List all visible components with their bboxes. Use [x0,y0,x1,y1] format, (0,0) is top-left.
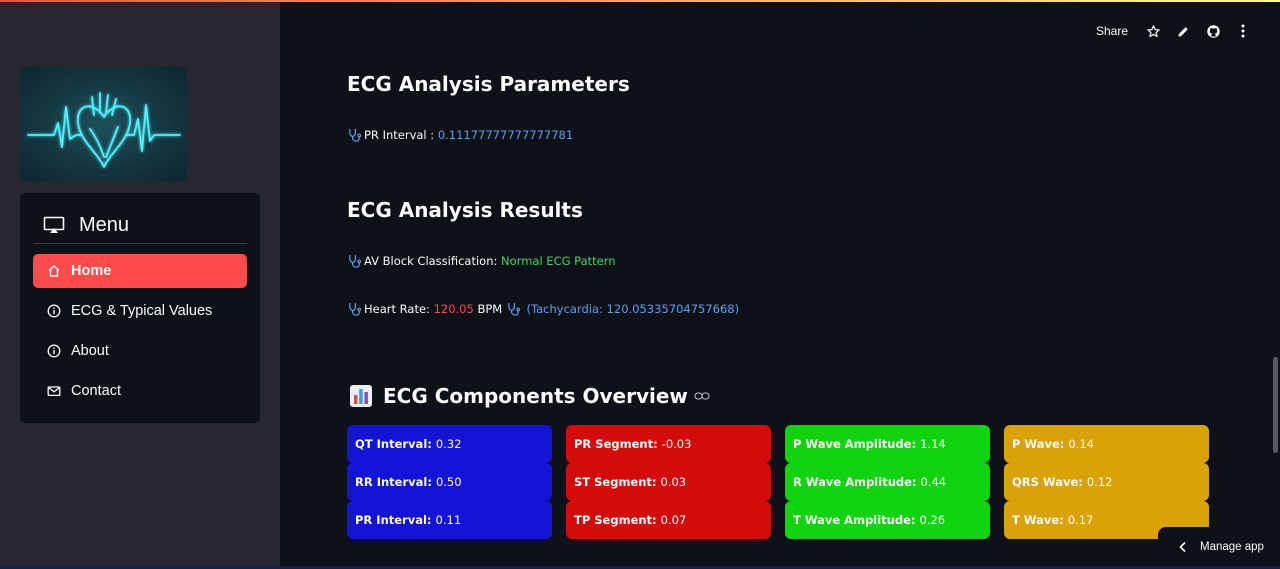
av-block-value: Normal ECG Pattern [501,253,616,268]
pr-interval-label: PR Interval : [364,127,435,142]
monitor-icon [43,216,65,234]
info-icon [47,344,61,358]
component-card: QRS Wave: 0.12 [1004,463,1209,501]
stethoscope-icon [347,253,362,268]
manage-app-button[interactable]: Manage app [1158,527,1280,566]
menu-title: Menu [79,213,130,236]
sidebar-item-about[interactable]: About [33,334,247,368]
results-heading: ECG Analysis Results [347,198,583,222]
component-card: PR Segment: -0.03 [566,425,771,463]
more-vertical-icon[interactable] [1228,22,1258,40]
component-card: TP Segment: 0.07 [566,501,771,539]
menu-card: Menu Home ECG & Typical Values About Con… [20,193,260,423]
overview-heading: ECG Components Overview [383,384,688,408]
app-toolbar: Share [1096,22,1258,40]
component-card: P Wave: 0.14 [1004,425,1209,463]
heart-rate-line: Heart Rate: 120.05 BPM (Tachycardia: 120… [347,301,739,316]
manage-app-label: Manage app [1200,540,1264,553]
component-card: RR Interval: 0.50 [347,463,552,501]
pr-interval-value: 0.11177777777777781 [437,127,574,142]
sidebar-item-label: ECG & Typical Values [71,303,213,319]
components-overview-header: ECG Components Overview [349,384,710,408]
bar-chart-icon [349,384,373,408]
house-icon [47,264,61,278]
component-card: T Wave Amplitude: 0.26 [785,501,990,539]
menu-header: Menu [34,207,247,244]
sidebar-item-ecg-typical-values[interactable]: ECG & Typical Values [33,294,247,328]
stethoscope-icon [506,301,521,316]
component-card: PR Interval: 0.11 [347,501,552,539]
pencil-icon[interactable] [1168,22,1198,40]
sidebar-item-label: About [71,343,109,359]
heart-rate-label: Heart Rate: [364,301,430,316]
chevron-left-icon [1178,541,1188,553]
sidebar-item-label: Contact [71,383,121,399]
component-card: QT Interval: 0.32 [347,425,552,463]
star-icon[interactable] [1138,22,1168,40]
heart-ecg-logo [20,67,187,181]
sidebar-item-contact[interactable]: Contact [33,374,247,408]
component-card: P Wave Amplitude: 1.14 [785,425,990,463]
sidebar-item-label: Home [71,263,112,279]
link-icon[interactable] [694,391,710,401]
av-block-label: AV Block Classification: [364,253,498,268]
components-grid: QT Interval: 0.32 PR Segment: -0.03 P Wave… [347,425,1209,539]
share-button[interactable]: Share [1096,24,1128,38]
parameters-heading: ECG Analysis Parameters [347,72,630,96]
heart-rate-unit: BPM [477,301,503,316]
component-card: ST Segment: 0.03 [566,463,771,501]
stethoscope-icon [347,301,362,316]
component-card: R Wave Amplitude: 0.44 [785,463,990,501]
envelope-icon [47,384,61,398]
tachycardia-note: (Tachycardia: 120.05335704757668) [526,301,740,316]
info-icon [47,304,61,318]
heart-rate-value: 120.05 [433,301,474,316]
sidebar: Menu Home ECG & Typical Values About Con… [0,2,280,566]
av-block-line: AV Block Classification: Normal ECG Patt… [347,253,616,268]
scrollbar-thumb[interactable] [1273,357,1278,453]
sidebar-item-home[interactable]: Home [33,254,247,288]
github-icon[interactable] [1198,22,1228,40]
stethoscope-icon [347,127,362,142]
pr-interval-line: PR Interval : 0.11177777777777781 [347,127,573,142]
